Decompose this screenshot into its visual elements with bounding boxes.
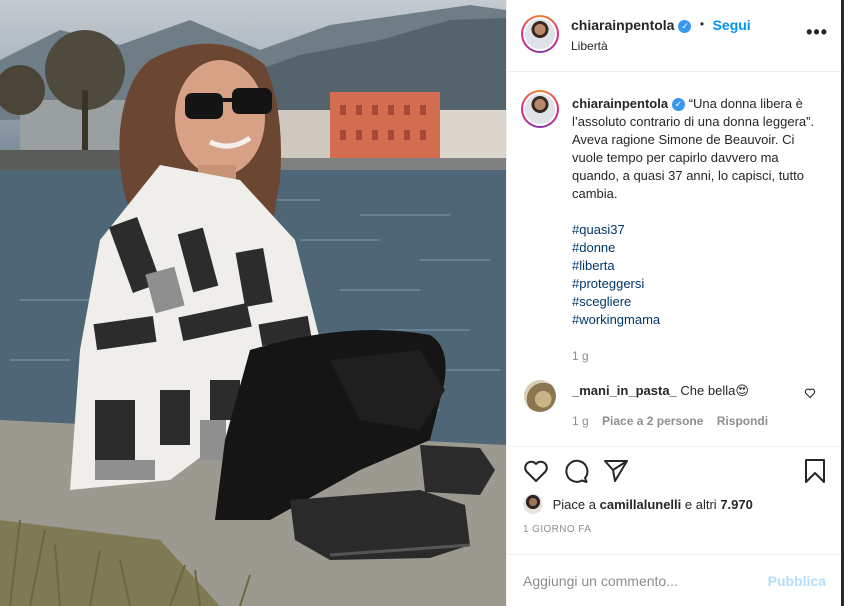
header-user-row: chiarainpentola ✓ • Segui — [571, 17, 751, 35]
commenter-avatar[interactable] — [524, 380, 556, 412]
verified-badge-icon: ✓ — [672, 98, 686, 111]
comment-body: _mani_in_pasta_ Che bella😍 — [572, 383, 749, 399]
hashtag-link[interactable]: #proteggersi — [572, 275, 817, 293]
comment-likes-link[interactable]: Piace a 2 persone — [602, 414, 703, 428]
verified-badge-icon: ✓ — [678, 20, 692, 33]
post-panel: chiarainpentola ✓ • Segui Libertà ••• chi… — [506, 0, 842, 606]
hashtag-link[interactable]: #workingmama — [572, 311, 817, 329]
comment-like-heart-icon[interactable] — [804, 387, 816, 399]
post-location[interactable]: Libertà — [571, 39, 608, 53]
liker-avatar[interactable] — [523, 494, 543, 514]
follow-button[interactable]: Segui — [713, 17, 751, 33]
hashtag-link[interactable]: #liberta — [572, 257, 817, 275]
likes-prefix: Piace a — [552, 497, 596, 512]
post-photo[interactable] — [0, 0, 506, 606]
author-username[interactable]: chiarainpentola — [571, 17, 674, 33]
author-avatar[interactable] — [521, 15, 559, 53]
comment-composer: Pubblica — [507, 554, 842, 606]
like-heart-icon[interactable] — [523, 459, 549, 483]
caption-username[interactable]: chiarainpentola — [572, 96, 668, 111]
comment-input[interactable] — [523, 570, 753, 592]
post-header: chiarainpentola ✓ • Segui Libertà ••• — [507, 0, 842, 72]
actions-section: Piace a camillalunelli e altri 7.970 1 G… — [507, 446, 842, 606]
dot-separator: • — [699, 17, 705, 31]
publish-button[interactable]: Pubblica — [768, 573, 826, 589]
more-options-icon[interactable]: ••• — [806, 22, 828, 43]
liker-username[interactable]: camillalunelli — [600, 497, 682, 512]
hashtag-list: #quasi37 #donne #liberta #proteggersi #s… — [572, 221, 817, 329]
caption-avatar[interactable] — [521, 90, 559, 128]
comment-bubble-icon[interactable] — [563, 459, 589, 483]
comment-timestamp[interactable]: 1 g — [572, 414, 589, 428]
caption: chiarainpentola ✓ “Una donna libera è l’a… — [572, 95, 817, 365]
comment-meta: 1 g Piace a 2 persone Rispondi — [572, 414, 778, 428]
post-date[interactable]: 1 GIORNO FA — [523, 524, 591, 535]
hashtag-link[interactable]: #quasi37 — [572, 221, 817, 239]
save-bookmark-icon[interactable] — [804, 459, 826, 483]
photo-illustration — [0, 5, 506, 606]
commenter-username[interactable]: _mani_in_pasta_ — [572, 383, 677, 398]
caption-timestamp[interactable]: 1 g — [572, 347, 817, 365]
likes-count[interactable]: 7.970 — [720, 497, 753, 512]
hashtag-link[interactable]: #scegliere — [572, 293, 817, 311]
comment-text: Che bella😍 — [680, 383, 749, 398]
share-paper-plane-icon[interactable] — [603, 459, 629, 483]
reply-button[interactable]: Rispondi — [717, 414, 768, 428]
caption-text: “Una donna libera è l’assoluto contrario… — [572, 96, 815, 201]
hashtag-link[interactable]: #donne — [572, 239, 817, 257]
likes-summary: Piace a camillalunelli e altri 7.970 — [523, 494, 753, 514]
likes-suffix: e altri — [684, 497, 717, 512]
